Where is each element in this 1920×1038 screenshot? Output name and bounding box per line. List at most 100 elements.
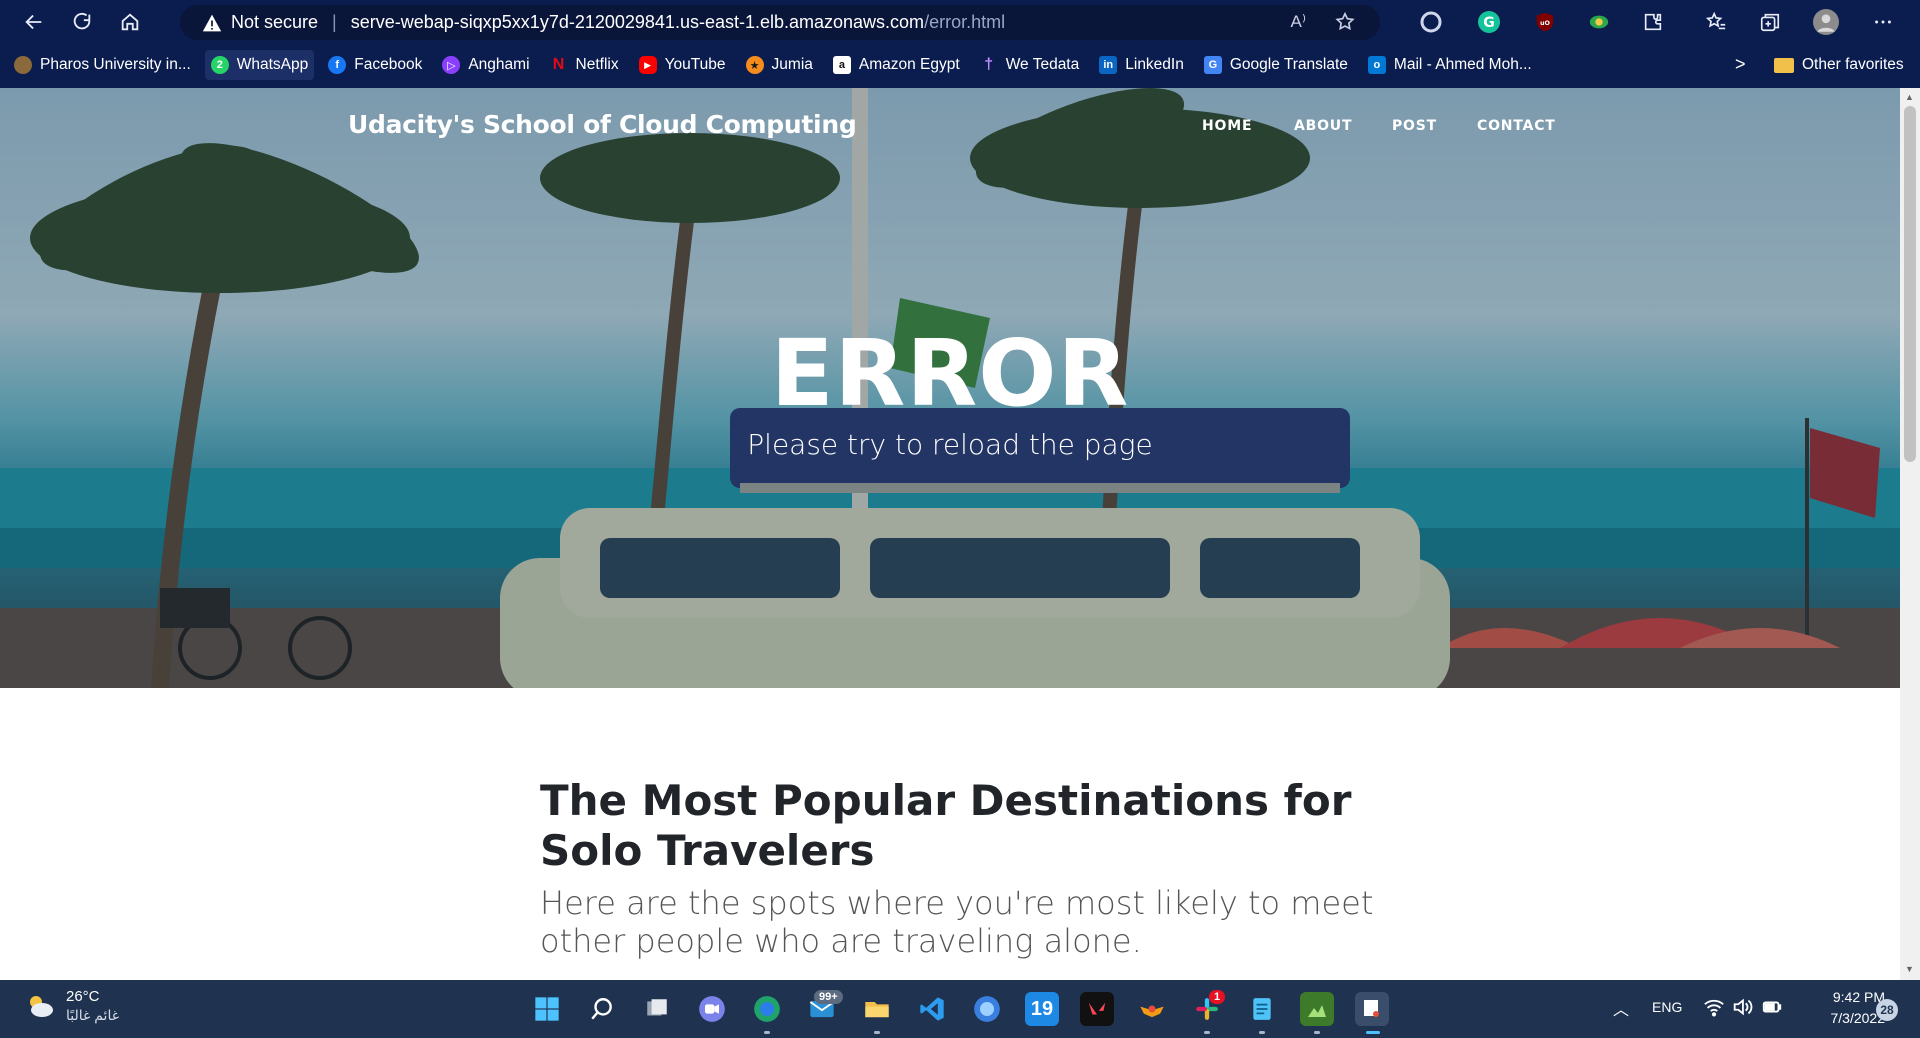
address-row: Not secure | serve-webap-siqxp5xx1y7d-21… xyxy=(0,0,1920,44)
svg-text:uO: uO xyxy=(1540,19,1551,27)
bookmark-jumia[interactable]: ★ Jumia xyxy=(740,50,819,80)
calendar-app-button[interactable]: 19 xyxy=(1025,992,1059,1026)
running-indicator xyxy=(1204,1031,1210,1034)
home-button[interactable] xyxy=(110,4,150,40)
bookmark-label: Anghami xyxy=(468,56,530,73)
hero-title: ERROR xyxy=(770,320,1130,427)
nav-about-link[interactable]: ABOUT xyxy=(1294,118,1352,134)
teams-chat-button[interactable] xyxy=(695,992,729,1026)
vscode-button[interactable] xyxy=(915,992,949,1026)
task-view-icon xyxy=(647,999,667,1016)
security-label[interactable]: Not secure xyxy=(231,12,318,33)
start-button[interactable] xyxy=(530,992,564,1026)
bookmark-amazon[interactable]: a Amazon Egypt xyxy=(827,50,966,80)
chat-icon xyxy=(699,996,725,1022)
weather-widget[interactable]: 26°C غائم غالبًا xyxy=(24,988,119,1024)
windows-taskbar: 26°C غائم غالبًا 99+ 19 1 ︿ ENG 9:42 PM … xyxy=(0,980,1920,1038)
bookmark-label: Jumia xyxy=(771,56,813,73)
profile-avatar[interactable] xyxy=(1813,9,1839,35)
scroll-down-arrow-icon[interactable]: ▼ xyxy=(1905,964,1914,974)
wings-logo-icon xyxy=(1140,1005,1164,1018)
site-brand-link[interactable]: Udacity's School of Cloud Computing xyxy=(348,110,857,139)
windows-logo-icon xyxy=(535,997,559,1021)
slack-badge: 1 xyxy=(1209,990,1226,1004)
excel-like-app-button[interactable] xyxy=(1300,992,1334,1026)
scroll-up-arrow-icon[interactable]: ▲ xyxy=(1905,92,1914,102)
other-favorites[interactable]: Other favorites xyxy=(1774,48,1904,82)
bookmark-label: WhatsApp xyxy=(236,56,309,73)
extensions-icon[interactable] xyxy=(1640,9,1666,35)
notification-count-badge[interactable]: 28 xyxy=(1876,999,1898,1021)
ublock-icon[interactable]: uO xyxy=(1532,9,1558,35)
bookmark-pharos[interactable]: Pharos University in... xyxy=(8,50,197,80)
file-explorer-button[interactable] xyxy=(860,992,894,1026)
game-launcher-button[interactable] xyxy=(1135,992,1169,1026)
back-button[interactable] xyxy=(14,4,54,40)
task-view-button[interactable] xyxy=(640,992,674,1026)
nav-post-link[interactable]: POST xyxy=(1392,118,1437,134)
wifi-icon[interactable] xyxy=(1703,996,1725,1018)
chart-app-icon xyxy=(1308,1005,1326,1017)
refresh-button[interactable] xyxy=(62,4,102,40)
hero-subtitle: Please try to reload the page xyxy=(747,428,1153,461)
clock-time[interactable]: 9:42 PM xyxy=(1805,989,1885,1005)
bookmarks-bar: Pharos University in... 2 WhatsApp f Fac… xyxy=(0,48,1920,82)
whatsapp-icon: 2 xyxy=(210,56,229,74)
edge-taskbar-button[interactable] xyxy=(750,992,784,1026)
search-button[interactable] xyxy=(585,992,619,1026)
folder-icon xyxy=(865,1002,889,1018)
add-favorite-icon[interactable] xyxy=(1334,11,1356,33)
back-arrow-icon xyxy=(25,14,42,30)
bookmarks-overflow-chevron-icon[interactable]: > xyxy=(1735,54,1746,75)
google-translate-icon: G xyxy=(1203,56,1222,74)
edge-icon xyxy=(754,996,780,1022)
pharos-icon xyxy=(14,56,32,74)
clock-date[interactable]: 7/3/2022 xyxy=(1805,1010,1886,1026)
bookmark-label: Mail - Ahmed Moh... xyxy=(1393,56,1532,73)
mail-badge: 99+ xyxy=(814,990,843,1004)
input-language[interactable]: ENG xyxy=(1652,999,1682,1015)
favorites-icon[interactable] xyxy=(1703,9,1729,35)
volume-icon[interactable] xyxy=(1731,996,1753,1018)
valorant-icon xyxy=(1088,1002,1106,1015)
nav-contact-link[interactable]: CONTACT xyxy=(1477,118,1556,134)
amazon-icon: a xyxy=(832,56,851,74)
search-icon xyxy=(591,998,612,1020)
copilot-icon[interactable] xyxy=(1418,9,1444,35)
notepad-button[interactable] xyxy=(1245,992,1279,1026)
extension-flag-icon[interactable] xyxy=(1586,9,1612,35)
page-viewport: Udacity's School of Cloud Computing HOME… xyxy=(0,88,1900,980)
battery-icon[interactable] xyxy=(1761,996,1783,1018)
hero-header: Udacity's School of Cloud Computing HOME… xyxy=(0,88,1900,688)
bookmark-linkedin[interactable]: in LinkedIn xyxy=(1093,50,1190,80)
bookmark-google-translate[interactable]: G Google Translate xyxy=(1198,50,1354,80)
bookmark-netflix[interactable]: N Netflix xyxy=(544,50,625,80)
read-aloud-icon[interactable]: A⁾ xyxy=(1290,12,1306,32)
more-menu-icon[interactable] xyxy=(1870,9,1896,35)
page-scrollbar[interactable]: ▲ ▼ xyxy=(1900,88,1920,980)
running-indicator xyxy=(1259,1031,1265,1034)
bookmark-anghami[interactable]: ▷ Anghami xyxy=(436,50,535,80)
grammarly-icon[interactable]: G xyxy=(1476,9,1502,35)
bookmark-youtube[interactable]: ▶ YouTube xyxy=(633,50,732,80)
bookmark-outlook-mail[interactable]: o Mail - Ahmed Moh... xyxy=(1362,50,1538,80)
address-bar[interactable]: Not secure | serve-webap-siqxp5xx1y7d-21… xyxy=(180,5,1380,40)
other-favorites-label: Other favorites xyxy=(1802,56,1904,73)
svg-text:G: G xyxy=(1483,15,1495,31)
scrollbar-thumb[interactable] xyxy=(1904,106,1916,462)
bookmark-we-tedata[interactable]: † We Tedata xyxy=(974,50,1086,80)
post-subtitle[interactable]: Here are the spots where you're most lik… xyxy=(540,884,1400,960)
cortana-app-button[interactable] xyxy=(970,992,1004,1026)
bookmark-label: Pharos University in... xyxy=(40,56,191,73)
tray-overflow-chevron-icon[interactable]: ︿ xyxy=(1613,996,1629,1020)
collections-icon[interactable] xyxy=(1757,9,1783,35)
url-host: serve-webap-siqxp5xx1y7d-2120029841.us-e… xyxy=(350,12,925,32)
bookmark-facebook[interactable]: f Facebook xyxy=(322,50,428,80)
nav-home-link[interactable]: HOME xyxy=(1202,118,1252,134)
active-indicator xyxy=(1366,1031,1380,1034)
facebook-icon: f xyxy=(328,56,347,74)
valorant-button[interactable] xyxy=(1080,992,1114,1026)
snipping-tool-button[interactable] xyxy=(1355,992,1389,1026)
post-title[interactable]: The Most Popular Destinations for Solo T… xyxy=(540,776,1400,876)
bookmark-whatsapp[interactable]: 2 WhatsApp xyxy=(204,50,315,80)
